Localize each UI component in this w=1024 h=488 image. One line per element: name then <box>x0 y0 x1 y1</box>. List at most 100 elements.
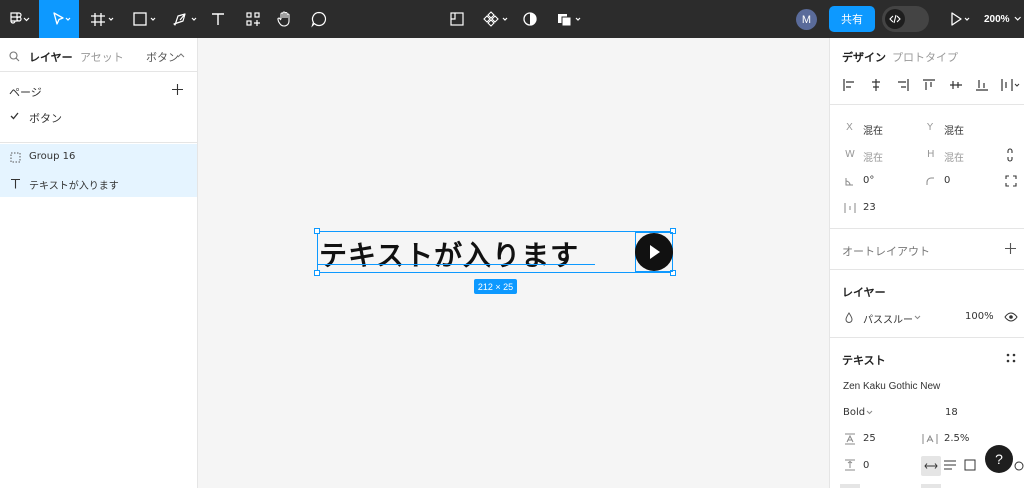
layer-row-group[interactable]: Group 16 <box>0 144 197 171</box>
partial-control <box>921 484 941 488</box>
contrast-half-circle-icon <box>523 12 537 26</box>
eye-icon[interactable] <box>1004 312 1018 322</box>
fixed-size-box-icon[interactable] <box>964 459 976 471</box>
align-left-icon[interactable] <box>842 78 856 92</box>
layer-section-title: レイヤー <box>842 286 886 299</box>
distribute-spacing-icon[interactable] <box>1000 78 1022 92</box>
canvas[interactable]: テキストが入ります 212 × 25 <box>198 38 829 488</box>
share-button[interactable]: 共有 <box>829 6 875 32</box>
rotation-input[interactable]: 0° <box>863 175 874 186</box>
align-center-horizontal-icon[interactable] <box>869 78 883 92</box>
y-input[interactable]: 混在 <box>944 122 964 137</box>
top-toolbar: M 共有 200% <box>0 0 1024 38</box>
align-bottom-icon[interactable] <box>975 78 989 92</box>
zoom-level: 200% <box>984 13 1010 25</box>
h-input[interactable]: 混在 <box>944 149 964 164</box>
tab-prototype[interactable]: プロトタイプ <box>892 49 958 65</box>
text-t-icon <box>212 13 224 25</box>
dev-mode-knob <box>885 9 905 29</box>
text-styles-grid-icon[interactable] <box>1006 353 1016 363</box>
page-item[interactable]: ボタン <box>0 106 197 128</box>
tab-layers[interactable]: レイヤー <box>29 49 73 65</box>
layers-panel: レイヤー アセット ボタン ページ ボタン Group 16 テキストが入ります <box>0 38 198 488</box>
boolean-union-icon <box>558 14 581 27</box>
independent-corners-icon[interactable] <box>1005 175 1017 187</box>
present-button[interactable] <box>946 0 976 38</box>
button-text[interactable]: テキストが入ります <box>319 234 579 274</box>
add-auto-layout-icon[interactable] <box>1005 243 1016 254</box>
layout-frame-icon <box>450 12 464 26</box>
pen-icon <box>173 13 197 26</box>
divider <box>0 142 197 143</box>
main-menu-button[interactable] <box>0 0 38 38</box>
font-weight-select[interactable]: Bold <box>843 407 865 418</box>
paragraph-spacing-icon <box>845 459 855 471</box>
chevron-down-icon <box>914 315 921 320</box>
tab-assets[interactable]: アセット <box>80 49 124 65</box>
move-tool-button[interactable] <box>39 0 79 38</box>
x-input[interactable]: 混在 <box>863 122 883 137</box>
corner-radius-input[interactable]: 0 <box>944 175 950 186</box>
letter-spacing-icon <box>922 434 938 444</box>
layer-row-text[interactable]: テキストが入ります <box>0 171 197 197</box>
group-dashed-icon <box>10 152 21 163</box>
font-size-input[interactable]: 18 <box>945 407 958 418</box>
components-grid-icon <box>246 12 260 26</box>
letter-spacing-input[interactable]: 2.5% <box>944 433 969 444</box>
dev-mode-toggle[interactable] <box>882 6 929 32</box>
pages-title: ページ <box>9 86 42 99</box>
divider <box>830 104 1024 105</box>
align-middle-vertical-icon[interactable] <box>949 78 963 92</box>
divider <box>830 337 1024 338</box>
align-top-icon[interactable] <box>922 78 936 92</box>
pen-tool-button[interactable] <box>168 0 204 38</box>
mask-button[interactable] <box>520 0 540 38</box>
item-spacing-icon <box>844 203 856 213</box>
constrain-proportions-icon[interactable] <box>1005 148 1015 162</box>
h-label: H <box>927 149 935 160</box>
hand-tool-button[interactable] <box>273 0 297 38</box>
play-button-circle[interactable] <box>635 233 673 271</box>
arrows-horizontal-icon <box>924 463 938 469</box>
add-page-icon[interactable] <box>172 84 183 95</box>
rectangle-icon <box>133 12 156 26</box>
w-input[interactable]: 混在 <box>863 149 883 164</box>
paragraph-spacing-input[interactable]: 0 <box>863 460 869 471</box>
tab-design[interactable]: デザイン <box>842 49 886 65</box>
play-triangle-icon <box>650 245 660 259</box>
cursor-arrow-icon <box>53 12 71 25</box>
comment-tool-button[interactable] <box>307 0 331 38</box>
auto-width-button[interactable] <box>921 456 941 476</box>
line-height-input[interactable]: 25 <box>863 433 876 444</box>
size-badge: 212 × 25 <box>474 279 517 294</box>
boolean-button[interactable] <box>555 0 587 38</box>
resources-tool-button[interactable] <box>241 0 265 38</box>
text-t-icon <box>11 178 20 189</box>
comment-bubble-icon <box>311 11 327 28</box>
partial-circle-icon <box>1014 461 1024 471</box>
help-button[interactable]: ? <box>985 445 1013 473</box>
auto-layout-title: オートレイアウト <box>842 245 930 258</box>
crop-frame-button[interactable] <box>447 0 467 38</box>
shape-tool-button[interactable] <box>127 0 163 38</box>
component-button[interactable] <box>481 0 513 38</box>
layer-row-label: テキストが入ります <box>29 181 119 192</box>
user-avatar[interactable]: M <box>796 9 817 30</box>
page-selector[interactable]: ボタン <box>146 49 179 65</box>
font-family-select[interactable]: Zen Kaku Gothic New <box>843 381 940 392</box>
y-label: Y <box>927 122 934 133</box>
zoom-menu[interactable]: 200% <box>984 0 1022 38</box>
search-icon[interactable] <box>9 51 20 62</box>
blend-drop-icon <box>845 312 853 323</box>
blend-mode-select[interactable]: パススルー <box>863 311 913 326</box>
alignment-row <box>842 78 1022 94</box>
text-section-title: テキスト <box>842 354 886 367</box>
opacity-input[interactable]: 100% <box>965 311 994 322</box>
align-text-left-icon[interactable] <box>944 460 956 470</box>
align-right-icon[interactable] <box>896 78 910 92</box>
frame-tool-button[interactable] <box>85 0 121 38</box>
item-spacing-input[interactable]: 23 <box>863 202 876 213</box>
w-label: W <box>845 149 855 160</box>
left-panel-tabs: レイヤー アセット ボタン <box>0 38 198 72</box>
text-tool-button[interactable] <box>206 0 230 38</box>
